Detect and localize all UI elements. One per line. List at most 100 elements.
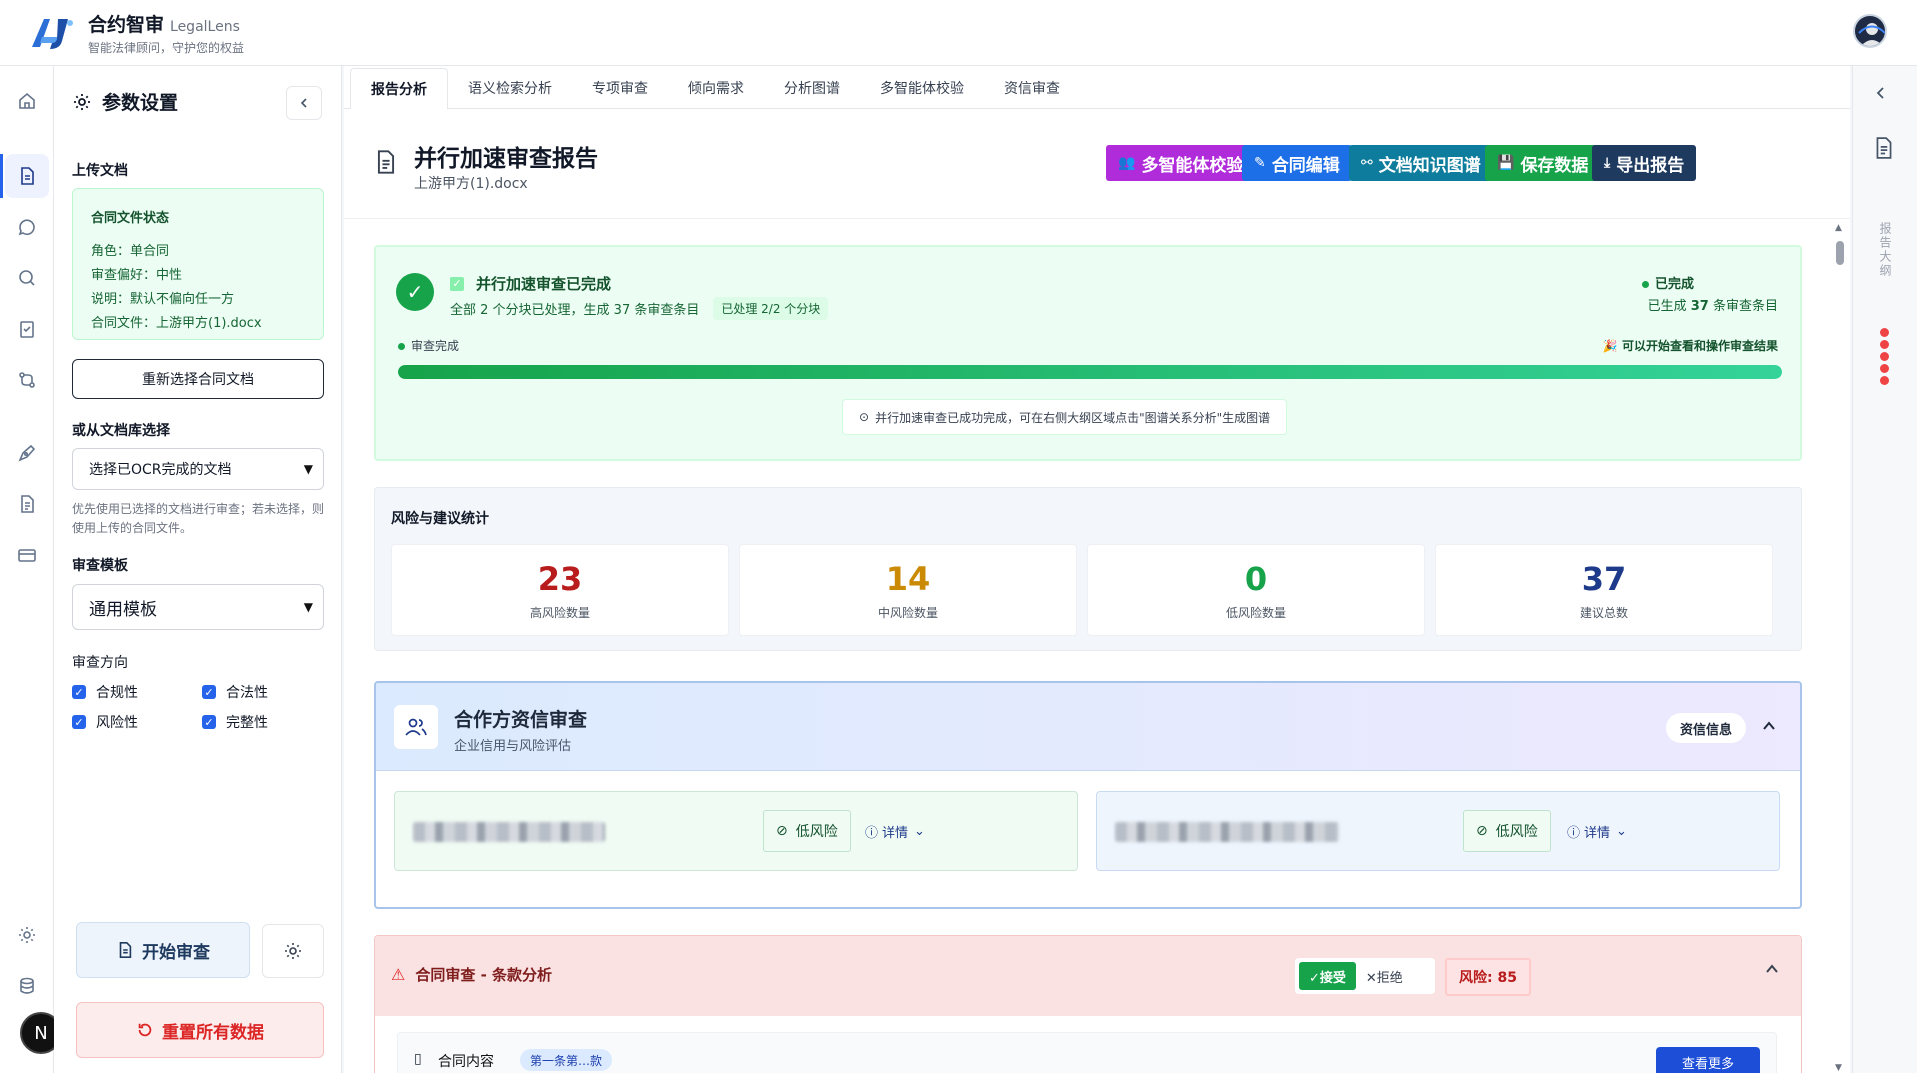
save-data-button[interactable]: 💾 保存数据 (1485, 145, 1601, 181)
direction-label: 审查方向 (72, 655, 128, 671)
home-icon[interactable] (14, 88, 40, 114)
settings-title: 参数设置 (102, 92, 179, 114)
template-label: 审查模板 (72, 558, 128, 574)
pen-tool-icon[interactable] (14, 440, 40, 466)
contract-title: ⚠ 合同审查 - 条款分析 (391, 964, 552, 985)
processed-chip: 已处理 2/2 个分块 (713, 297, 829, 320)
git-compare-icon[interactable] (14, 367, 40, 393)
progress-hint-text: 可以开始查看和操作审查结果 (1621, 339, 1778, 353)
outline-marker[interactable] (1880, 364, 1889, 373)
template-select[interactable]: 通用模板 ▼ (72, 584, 324, 630)
database-icon[interactable] (14, 973, 40, 999)
outline-marker[interactable] (1880, 376, 1889, 385)
party-icon: 🎉 (1602, 339, 1622, 353)
tab-semantic-search[interactable]: 语义检索分析 (448, 66, 572, 109)
contract-edit-button[interactable]: ✎ 合同编辑 (1242, 145, 1352, 181)
reject-button[interactable]: ✕拒绝 (1356, 962, 1413, 990)
review-settings-button[interactable] (262, 924, 324, 978)
settings-icon[interactable] (14, 922, 40, 948)
risk-score-badge: 风险: 85 (1445, 958, 1531, 996)
check-circle-small-icon: ⊙ (859, 410, 870, 424)
template-select-value: 通用模板 (89, 599, 157, 620)
tab-multi-agent[interactable]: 多智能体校验 (860, 66, 984, 109)
scrollbar-thumb[interactable] (1836, 241, 1844, 265)
chevron-down-icon: ⌄ (1616, 824, 1627, 839)
network-icon: ⚯ (1361, 155, 1373, 171)
reset-label: 重置所有数据 (162, 1022, 264, 1043)
search-icon[interactable] (14, 265, 40, 291)
accept-button[interactable]: ✓接受 (1299, 962, 1356, 990)
checkbox-legality[interactable]: ✓ 合法性 (202, 682, 268, 702)
status-role: 角色：单合同 (91, 244, 170, 259)
scrollbar[interactable]: ▲ ▼ (1834, 223, 1844, 1073)
clipboard-check-icon[interactable] (14, 316, 40, 342)
chevron-down-icon: ▼ (303, 600, 313, 614)
checkbox-risk[interactable]: ✓ 风险性 (72, 712, 138, 732)
file-text-icon[interactable] (14, 491, 40, 517)
stats-title: 风险与建议统计 (391, 511, 489, 527)
scroll-down-icon[interactable]: ▼ (1835, 1063, 1842, 1073)
completion-summary-text: 全部 2 个分块已处理，生成 37 条审查条目 (450, 303, 700, 318)
start-review-button[interactable]: 开始审查 (76, 922, 250, 978)
knowledge-graph-button[interactable]: ⚯ 文档知识图谱 (1349, 145, 1493, 181)
checkbox-compliance[interactable]: ✓ 合规性 (72, 682, 138, 702)
tab-report-analysis[interactable]: 报告分析 (350, 68, 448, 111)
credit-subtitle: 企业信用与风险评估 (454, 739, 572, 754)
stat-label: 低风险数量 (1225, 605, 1286, 620)
export-report-label: 导出报告 (1616, 155, 1685, 176)
contract-review-header: ⚠ 合同审查 - 条款分析 ✓接受 ✕拒绝 风险: 85 (375, 936, 1801, 1016)
chevron-up-icon[interactable] (1756, 713, 1782, 739)
multi-agent-button[interactable]: 👥 多智能体校验 (1106, 145, 1256, 181)
chevron-up-icon[interactable] (1765, 962, 1779, 980)
scroll-up-icon[interactable]: ▲ (1835, 223, 1842, 233)
export-report-button[interactable]: ⤓ 导出报告 (1592, 145, 1697, 181)
brand-title: 合约智审 (88, 13, 165, 36)
checkbox-checked-icon: ✓ (202, 685, 216, 699)
progress-hint: 🎉 可以开始查看和操作审查结果 (1603, 337, 1778, 354)
credit-info-pill[interactable]: 资信信息 (1665, 713, 1746, 743)
document-icon[interactable] (14, 163, 40, 189)
stat-label: 建议总数 (1579, 605, 1628, 620)
credit-title: 合作方资信审查 (454, 709, 588, 731)
info-icon: ⓘ (1567, 826, 1581, 841)
tab-preference-needs[interactable]: 倾向需求 (668, 66, 764, 109)
user-avatar[interactable] (1853, 14, 1887, 48)
stat-label: 中风险数量 (877, 605, 938, 620)
tab-credit-review[interactable]: 资信审查 (984, 66, 1080, 109)
check-circle-icon: ⊘ (1476, 823, 1488, 839)
outline-marker[interactable] (1880, 328, 1889, 337)
checkbox-label: 合规性 (96, 685, 138, 701)
document-icon[interactable] (1873, 136, 1895, 164)
report-file-name: 上游甲方(1).docx (414, 176, 528, 192)
detail-toggle[interactable]: ⓘ 详情 ⌄ (1567, 822, 1627, 841)
checkbox-checked-icon: ✓ (72, 685, 86, 699)
reselect-document-button[interactable]: 重新选择合同文档 (72, 359, 324, 399)
library-select[interactable]: 选择已OCR完成的文档 ▼ (72, 448, 324, 490)
tab-special-review[interactable]: 专项审查 (572, 66, 668, 109)
stat-suggestions: 37 建议总数 (1435, 544, 1773, 636)
credit-review-header[interactable]: 合作方资信审查 企业信用与风险评估 资信信息 (376, 683, 1800, 771)
brand: 合约智审 LegalLens 智能法律顾问，守护您的权益 (88, 10, 244, 56)
stat-label: 高风险数量 (529, 605, 590, 620)
collapse-panel-button[interactable] (286, 86, 322, 120)
tab-analysis-graph[interactable]: 分析图谱 (764, 66, 860, 109)
top-bar: 合约智审 LegalLens 智能法律顾问，守护您的权益 (0, 0, 1917, 66)
outline-marker[interactable] (1880, 352, 1889, 361)
users-icon (394, 705, 438, 749)
card-icon[interactable] (14, 542, 40, 568)
completion-summary: 全部 2 个分块已处理，生成 37 条审查条目 已处理 2/2 个分块 (450, 297, 829, 320)
completion-card: ✓ ✓ 并行加速审查已完成 全部 2 个分块已处理，生成 37 条审查条目 已处理 … (374, 245, 1802, 461)
detail-toggle[interactable]: ⓘ 详情 ⌄ (865, 822, 925, 841)
checkbox-completeness[interactable]: ✓ 完整性 (202, 712, 268, 732)
chevron-left-icon[interactable] (1875, 86, 1887, 104)
clause-tag: 第一条第…款 (520, 1049, 613, 1071)
reset-all-data-button[interactable]: 重置所有数据 (76, 1002, 324, 1058)
view-more-button[interactable]: 查看更多 (1656, 1047, 1760, 1073)
stat-value: 37 (1581, 559, 1627, 598)
generated-prefix: 已生成 (1647, 299, 1691, 314)
risk-stats-card: 风险与建议统计 23 高风险数量 14 中风险数量 0 低风险数量 37 建议总数 (374, 487, 1802, 651)
warning-icon: ⚠ (391, 965, 406, 984)
chat-icon[interactable] (14, 214, 40, 240)
completion-title-text: 并行加速审查已完成 (476, 275, 612, 293)
outline-marker[interactable] (1880, 340, 1889, 349)
